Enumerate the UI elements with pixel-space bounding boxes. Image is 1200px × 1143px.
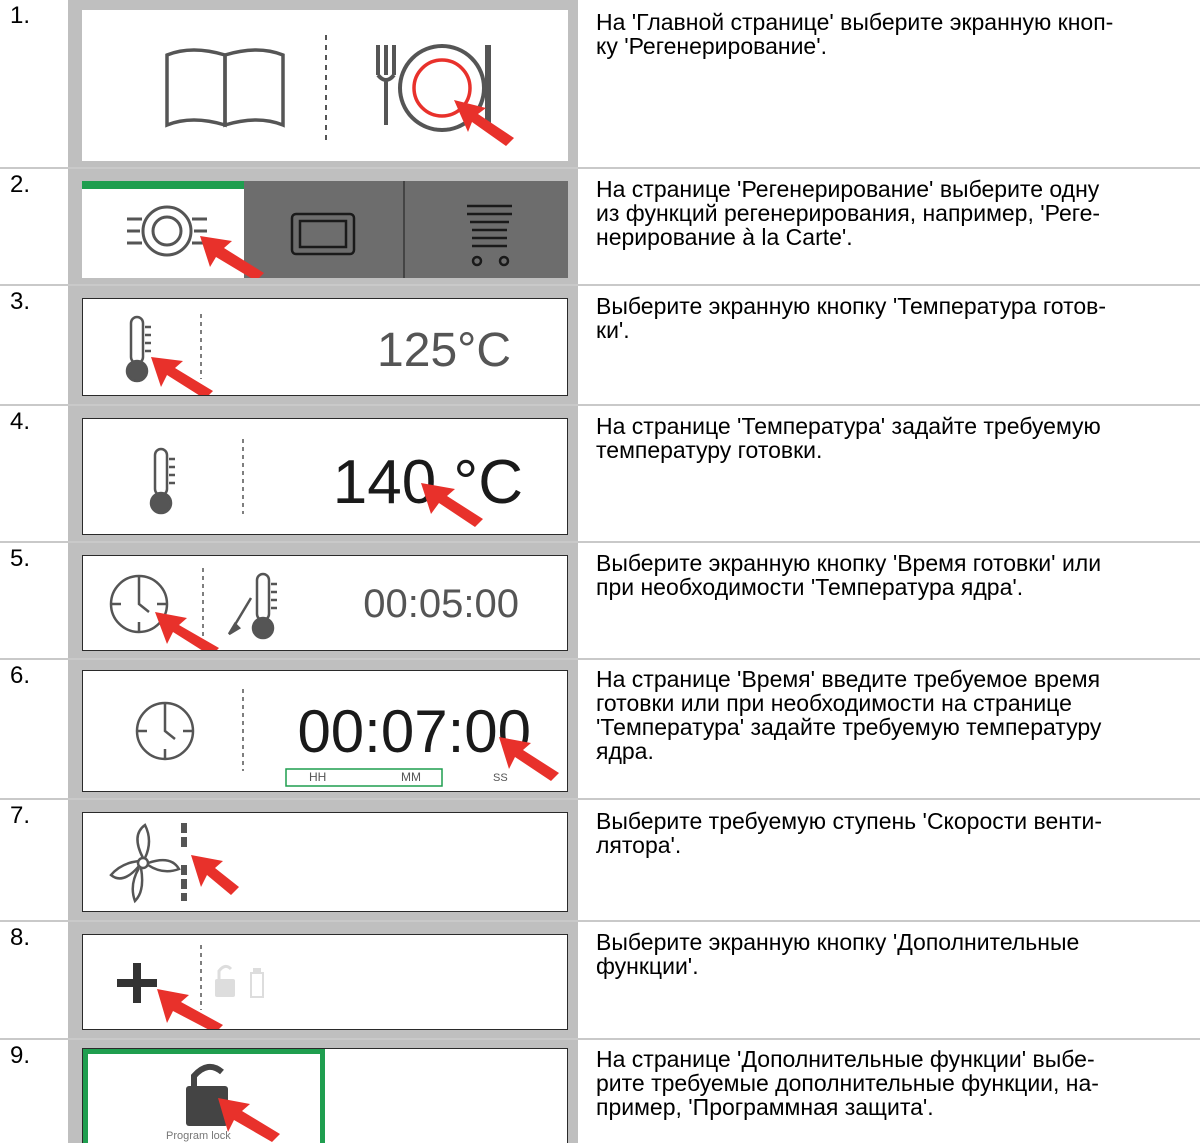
banquet-tab-icon — [290, 212, 356, 256]
pointer-arrow-icon — [157, 989, 223, 1029]
screen-frame — [68, 169, 578, 284]
step-instruction: На странице 'Температура' задайте требуе… — [596, 414, 1196, 462]
screenshot-program-lock: Program lock — [82, 1048, 568, 1143]
instruction-text: На странице 'Регенерирование' выберите о… — [596, 176, 1101, 250]
step-row-7: 7. Выберите требуемую ступень 'Скорости … — [0, 800, 1200, 920]
lock-icon — [186, 1063, 228, 1126]
instruction-text: На 'Главной странице' выберите экранную … — [596, 9, 1114, 59]
step-instruction: Выберите экранную кнопку 'Температура го… — [596, 294, 1196, 342]
thermometer-icon — [125, 315, 151, 383]
step-instruction: Выберите требуемую ступень 'Скорости вен… — [596, 809, 1196, 857]
screen-frame: Program lock — [68, 1040, 578, 1143]
pointer-arrow-icon — [151, 357, 213, 395]
screen-frame — [68, 800, 578, 920]
step-number: 5. — [10, 545, 31, 572]
step-number: 7. — [10, 802, 31, 829]
book-icon — [165, 48, 285, 128]
step-instruction: На странице 'Регенерирование' выберите о… — [596, 177, 1196, 249]
screen-frame — [68, 0, 578, 167]
step-instruction: На странице 'Дополнительные функции' выб… — [596, 1047, 1196, 1119]
screenshot-additional-functions-button[interactable] — [82, 934, 568, 1030]
screen-frame: 00:07:00 HH MM SS — [68, 660, 578, 798]
screenshot-temperature-input[interactable]: 140 °C — [82, 418, 568, 535]
program-lock-button[interactable]: Program lock — [83, 1049, 325, 1143]
pointer-arrow-icon — [191, 855, 239, 895]
instruction-text: На странице 'Время' введите требуемое вр… — [596, 666, 1102, 764]
screenshot-regen-tabs — [82, 181, 568, 278]
lock-icon — [215, 964, 235, 997]
plus-icon — [117, 963, 157, 1003]
temperature-value: 125°C — [377, 324, 511, 377]
instruction-text: На странице 'Температура' задайте требуе… — [596, 413, 1101, 463]
screenshot-time-input[interactable]: 00:07:00 HH MM SS — [82, 670, 568, 792]
battery-icon — [250, 968, 264, 998]
screenshot-cooking-time-button[interactable]: 00:05:00 — [82, 555, 568, 651]
cooking-time-value: 00:05:00 — [363, 582, 519, 626]
screen-frame — [68, 922, 578, 1038]
instruction-text: Выберите экранную кнопку 'Дополнительные… — [596, 929, 1080, 979]
step-row-9: 9. Program lock На странице 'Дополнитель… — [0, 1040, 1200, 1143]
step-number: 3. — [10, 288, 31, 315]
step-row-3: 3. 125°C Выберите экранную кнопку 'Темпе… — [0, 286, 1200, 404]
pointer-arrow-icon — [499, 737, 559, 781]
core-temp-probe-icon — [227, 572, 277, 640]
instruction-text: Выберите экранную кнопку 'Температура го… — [596, 293, 1107, 343]
step-number: 1. — [10, 2, 31, 29]
step-number: 4. — [10, 408, 31, 435]
step-row-1: 1. На 'Главной странице' выберите экранн… — [0, 0, 1200, 167]
step-row-6: 6. 00:07:00 HH MM SS На странице 'Время'… — [0, 660, 1200, 798]
step-instruction: Выберите экранную кнопку 'Время готовки'… — [596, 551, 1196, 599]
program-lock-label: Program lock — [166, 1130, 231, 1142]
clock-icon — [109, 574, 169, 634]
instruction-text: На странице 'Дополнительные функции' выб… — [596, 1046, 1099, 1120]
fan-icon — [109, 823, 181, 904]
pointer-arrow-icon — [155, 612, 219, 650]
screenshot-fan-speed-button[interactable] — [82, 812, 568, 912]
step-number: 2. — [10, 171, 31, 198]
step-number: 6. — [10, 662, 31, 689]
pointer-arrow-icon — [421, 483, 483, 527]
screen-frame: 125°C — [68, 286, 578, 404]
instruction-text: Выберите экранную кнопку 'Время готовки'… — [596, 550, 1102, 600]
step-row-4: 4. 140 °C На странице 'Температура' зада… — [0, 406, 1200, 541]
step-number: 9. — [10, 1042, 31, 1069]
step-row-8: 8. Выберите экранную кнопку 'Дополнитель… — [0, 922, 1200, 1038]
step-instruction: На странице 'Время' введите требуемое вр… — [596, 667, 1196, 763]
step-instruction: Выберите экранную кнопку 'Дополнительные… — [596, 930, 1196, 978]
plate-stack-icon — [467, 204, 512, 267]
screenshot-home — [82, 10, 568, 161]
screen-frame: 140 °C — [68, 406, 578, 541]
screenshot-cooking-temp-button[interactable]: 125°C — [82, 298, 568, 396]
step-row-5: 5. 00:05:00 Выберите экранную кнопку 'Вр… — [0, 543, 1200, 658]
instruction-text: Выберите требуемую ступень 'Скорости вен… — [596, 808, 1103, 858]
speed-level-indicator — [181, 823, 187, 901]
active-tab-indicator — [82, 181, 244, 189]
step-instruction: На 'Главной странице' выберите экранную … — [596, 10, 1196, 58]
step-row-2: 2. На странице 'Регенерирование' выберит… — [0, 169, 1200, 284]
screen-frame: 00:05:00 — [68, 543, 578, 658]
tab-a-la-carte[interactable] — [82, 181, 244, 278]
step-number: 8. — [10, 924, 31, 951]
